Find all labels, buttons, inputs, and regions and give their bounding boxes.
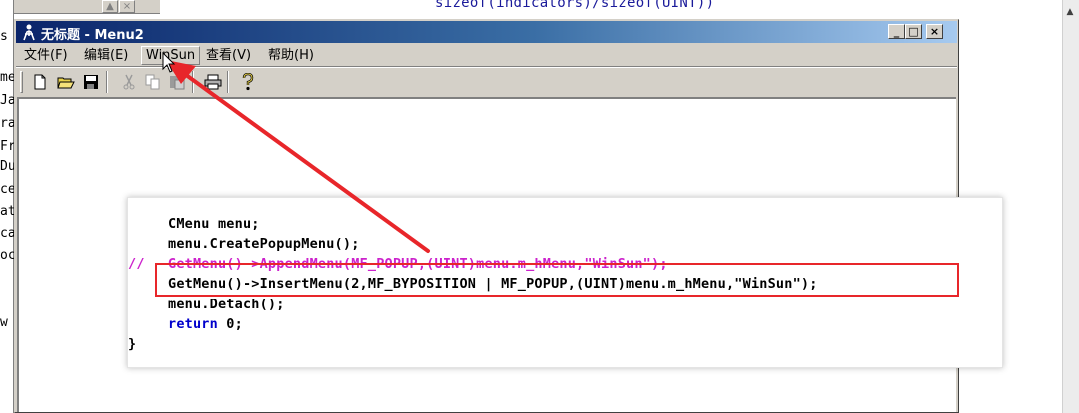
print-icon[interactable]: [201, 71, 224, 93]
return-keyword: return: [168, 316, 218, 332]
ide-code-line: sizeof(indicators)/sizeof(UINT)): [435, 0, 715, 11]
scroll-up-icon[interactable]: ▲: [102, 0, 118, 13]
menu-view[interactable]: 查看(V): [202, 46, 255, 65]
close-button[interactable]: ×: [926, 24, 943, 39]
paste-icon[interactable]: [165, 71, 188, 93]
ide-code-area-top: sizeof(indicators)/sizeof(UINT)): [160, 0, 1060, 14]
maximize-button[interactable]: □: [905, 24, 922, 39]
menu-help[interactable]: 帮助(H): [264, 46, 318, 65]
scroll-up-arrow-icon[interactable]: ▲: [1062, 4, 1078, 20]
cut-icon[interactable]: [117, 71, 140, 93]
app-icon: [23, 24, 35, 41]
copy-icon[interactable]: [141, 71, 164, 93]
menu-bar: 文件(F) 编辑(E) WinSun 查看(V) 帮助(H): [16, 44, 957, 66]
new-file-icon[interactable]: [28, 71, 51, 93]
minimize-button[interactable]: _: [888, 24, 905, 39]
toolbar-separator: [106, 71, 108, 93]
code-line-1: CMenu menu;: [168, 216, 260, 232]
ide-fragment: s: [0, 29, 8, 44]
code-line-5: menu.Detach();: [168, 296, 285, 312]
menu-edit[interactable]: 编辑(E): [80, 46, 132, 65]
highlight-box: [155, 263, 959, 297]
code-line-7: }: [128, 336, 137, 352]
title-bar[interactable]: 无标题 - Menu2 _ □ ×: [16, 21, 957, 43]
code-line-2: menu.CreatePopupMenu();: [168, 236, 360, 252]
save-icon[interactable]: [79, 71, 102, 93]
toolbar-grip[interactable]: [20, 71, 23, 93]
ide-left-pane-header: ▲ ×: [0, 0, 160, 14]
window-title: 无标题 - Menu2: [41, 28, 144, 43]
toolbar: [16, 68, 957, 96]
ide-scrollbar[interactable]: [1062, 0, 1079, 413]
code-line-6: return 0;: [168, 315, 243, 333]
menu-file[interactable]: 文件(F): [20, 46, 72, 65]
screen: sizeof(indicators)/sizeof(UINT)) ▲ × s m…: [0, 0, 1079, 413]
code-comment-marker: //: [128, 256, 145, 272]
mouse-cursor-icon: [162, 52, 176, 73]
close-pane-icon[interactable]: ×: [119, 0, 135, 13]
return-value: 0;: [217, 316, 243, 332]
open-folder-icon[interactable]: [54, 71, 77, 93]
toolbar-separator: [227, 71, 229, 93]
toolbar-separator: [192, 71, 194, 93]
help-icon[interactable]: [236, 71, 259, 93]
ide-fragment: w: [0, 315, 8, 330]
